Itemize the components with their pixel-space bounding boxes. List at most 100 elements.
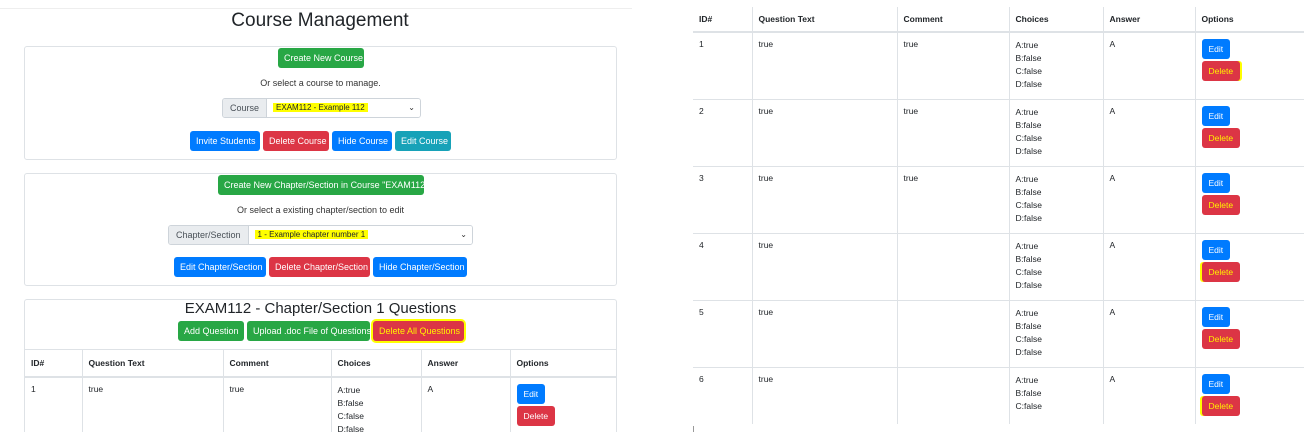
- cell-text: true: [752, 367, 898, 424]
- cell-choices: A:true B:false C:false D:false: [1009, 99, 1104, 166]
- col-header: Question Text: [752, 7, 898, 32]
- delete-all-questions-button[interactable]: Delete All Questions: [373, 321, 464, 341]
- cell-id: 3: [693, 166, 753, 233]
- cell-choices: A:true B:false C:false D:false: [1009, 233, 1104, 300]
- cell-options: Edit Delete: [1195, 300, 1304, 367]
- col-header: Answer: [1103, 7, 1196, 32]
- table-row: 4 true A:true B:false C:false D:false A …: [693, 233, 1304, 300]
- delete-button[interactable]: Delete: [1201, 194, 1241, 215]
- cell-options: Edit Delete: [1195, 32, 1304, 99]
- delete-button[interactable]: Delete: [1201, 127, 1241, 148]
- col-header: ID#: [25, 349, 83, 377]
- cell-comment: true: [897, 166, 1010, 233]
- table-row: 6 true A:true B:false C:false A Edit Del…: [693, 367, 1304, 424]
- edit-button[interactable]: Edit: [516, 383, 546, 404]
- col-header: Options: [516, 357, 549, 368]
- cell-text: true: [752, 300, 898, 367]
- chapter-select-label: Chapter/Section: [169, 226, 249, 244]
- cell-choices: A:true B:false C:false D:false: [1009, 300, 1104, 367]
- delete-button[interactable]: Delete: [516, 405, 556, 426]
- cell-comment: true: [897, 99, 1010, 166]
- cell-answer: A: [1103, 166, 1196, 233]
- invite-students-button[interactable]: Invite Students: [190, 131, 260, 151]
- table-row: 1 true true A:true B:false C:false D:fal…: [693, 32, 1304, 99]
- cell-comment: [897, 300, 1010, 367]
- course-select-label: Course: [223, 99, 268, 117]
- page-title: Course Management: [231, 10, 409, 31]
- cell-options: Edit Delete: [1195, 166, 1304, 233]
- questions-title: EXAM112 - Chapter/Section 1 Questions: [184, 300, 457, 317]
- delete-button[interactable]: Delete: [1201, 395, 1241, 416]
- cell-answer: A: [421, 376, 511, 432]
- cell-text: true: [752, 233, 898, 300]
- cell-text: true: [752, 99, 898, 166]
- course-select-hint: Or select a course to manage.: [260, 78, 381, 88]
- delete-button[interactable]: Delete: [1201, 61, 1241, 81]
- chapter-card: Create New Chapter/Section in Course "EX…: [24, 173, 617, 286]
- edit-button[interactable]: Edit: [1201, 373, 1231, 394]
- col-header: Question Text: [82, 349, 224, 377]
- add-question-button[interactable]: Add Question: [178, 321, 244, 341]
- cell-answer: A: [1103, 32, 1196, 99]
- delete-button[interactable]: Delete: [1201, 261, 1241, 282]
- questions-table-left: ID# Question Text Comment Choices Answer…: [25, 349, 616, 432]
- cell-choices: A:true B:false C:false D:false: [1009, 32, 1104, 99]
- table-row: 5 true A:true B:false C:false D:false A …: [693, 300, 1304, 367]
- col-header: Choices: [331, 349, 422, 377]
- chapter-select-group[interactable]: Chapter/Section 1 - Example chapter numb…: [168, 225, 473, 245]
- chapter-select[interactable]: 1 - Example chapter number 1 ⌄: [248, 226, 472, 244]
- cell-id: 1: [693, 32, 753, 99]
- cell-options: Edit Delete: [510, 377, 616, 432]
- upload-doc-button[interactable]: Upload .doc File of Questions: [247, 321, 371, 341]
- col-header: Answer: [421, 349, 511, 377]
- cell-options: Edit Delete: [1195, 99, 1304, 166]
- delete-course-button[interactable]: Delete Course: [263, 131, 329, 151]
- create-chapter-button[interactable]: Create New Chapter/Section in Course "EX…: [218, 175, 428, 195]
- cell-text: true: [752, 32, 898, 99]
- edit-button[interactable]: Edit: [1201, 39, 1231, 59]
- cell-comment: true: [897, 32, 1010, 99]
- hide-course-button[interactable]: Hide Course: [332, 131, 392, 151]
- chevron-down-icon: ⌄: [408, 103, 415, 112]
- delete-button[interactable]: Delete: [1201, 328, 1241, 349]
- top-divider: [0, 8, 632, 9]
- course-select-group[interactable]: Course EXAM112 - Example 112 ⌄: [222, 98, 421, 118]
- table-row: 2 true true A:true B:false C:false D:fal…: [693, 99, 1304, 166]
- cell-id: 5: [693, 300, 753, 367]
- right-panel: ID# Question Text Comment Choices Answer…: [690, 0, 1311, 432]
- col-header: Comment: [897, 7, 1010, 32]
- chapter-select-value: 1 - Example chapter number 1: [254, 230, 369, 239]
- questions-card: EXAM112 - Chapter/Section 1 Questions Ad…: [24, 299, 617, 432]
- col-header: Choices: [1009, 7, 1104, 32]
- col-header: Options: [1201, 14, 1234, 24]
- cell-answer: A: [1103, 233, 1196, 300]
- table-row: 3 true true A:true B:false C:false D:fal…: [693, 166, 1304, 233]
- edit-button[interactable]: Edit: [1201, 105, 1231, 126]
- cell-comment: [897, 367, 1010, 424]
- course-select-value: EXAM112 - Example 112: [273, 103, 368, 112]
- edit-button[interactable]: Edit: [1201, 172, 1231, 193]
- course-select[interactable]: EXAM112 - Example 112 ⌄: [267, 99, 420, 117]
- hide-chapter-button[interactable]: Hide Chapter/Section: [373, 257, 467, 277]
- divider-tick: [693, 426, 694, 432]
- cell-text: true: [82, 376, 224, 432]
- cell-options: Edit Delete: [1195, 367, 1304, 424]
- delete-chapter-button[interactable]: Delete Chapter/Section: [269, 257, 370, 277]
- edit-button[interactable]: Edit: [1201, 306, 1231, 327]
- cell-options: Edit Delete: [1195, 233, 1304, 300]
- chevron-down-icon: ⌄: [460, 230, 467, 239]
- course-card: Create New Course Or select a course to …: [24, 46, 617, 160]
- cell-answer: A: [1103, 367, 1196, 424]
- edit-chapter-button[interactable]: Edit Chapter/Section: [174, 257, 266, 277]
- edit-course-button[interactable]: Edit Course: [395, 131, 451, 151]
- cell-id: 2: [693, 99, 753, 166]
- left-panel: Course Management Create New Course Or s…: [0, 0, 632, 432]
- cell-choices: A:true B:false C:false: [1009, 367, 1104, 424]
- col-header: Comment: [223, 349, 332, 377]
- cell-id: 6: [693, 367, 753, 424]
- table-row: 1 true true A:true B:false C:false D:fal…: [25, 376, 616, 432]
- cell-comment: true: [223, 376, 332, 432]
- cell-comment: [897, 233, 1010, 300]
- edit-button[interactable]: Edit: [1201, 239, 1231, 260]
- create-course-button[interactable]: Create New Course: [278, 48, 364, 68]
